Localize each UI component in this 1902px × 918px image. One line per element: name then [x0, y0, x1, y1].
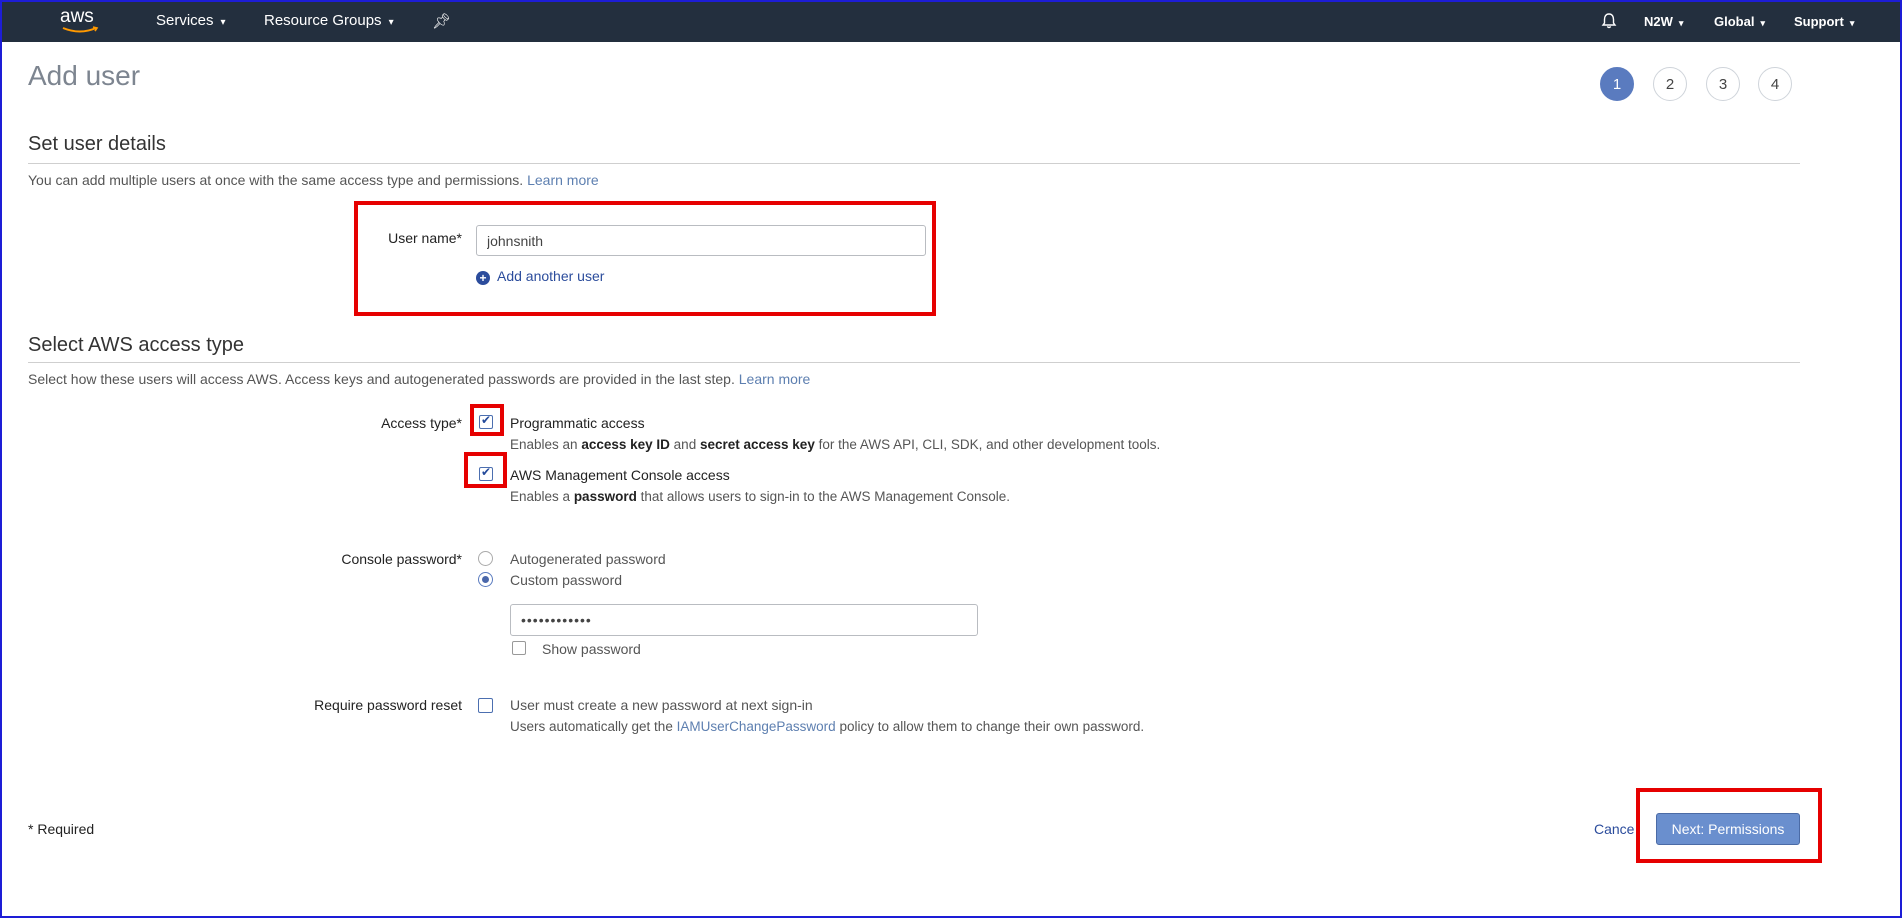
services-label: Services — [156, 12, 214, 29]
learn-more-link[interactable]: Learn more — [527, 172, 599, 188]
account-menu[interactable]: N2W ▾ — [1644, 14, 1683, 29]
resource-groups-menu[interactable]: Resource Groups ▾ — [264, 12, 394, 29]
programmatic-access-description: Enables an access key ID and secret acce… — [510, 437, 1160, 452]
support-label: Support — [1794, 14, 1844, 29]
programmatic-access-checkbox[interactable] — [479, 413, 493, 429]
user-name-label: User name* — [388, 230, 462, 246]
console-password-label: Console password* — [341, 551, 462, 567]
add-another-user-link[interactable]: + Add another user — [476, 268, 604, 285]
bell-icon[interactable] — [1600, 12, 1618, 35]
section-divider — [28, 163, 1800, 164]
console-access-title: AWS Management Console access — [510, 467, 730, 483]
chevron-down-icon: ▾ — [1849, 18, 1855, 28]
password-reset-note: Users automatically get the IAMUserChang… — [510, 719, 1144, 734]
desc-bold: access key ID — [581, 437, 670, 452]
chevron-down-icon: ▾ — [1678, 18, 1684, 28]
desc-bold: secret access key — [699, 437, 815, 452]
aws-smile-icon — [62, 26, 99, 33]
region-label: Global — [1714, 14, 1755, 29]
access-type-heading: Select AWS access type — [28, 334, 245, 356]
iam-user-change-password-link[interactable]: IAMUserChangePassword — [677, 719, 836, 734]
custom-password-label: Custom password — [510, 572, 623, 588]
desc-text: Enables an — [510, 437, 578, 452]
access-type-description: Select how these users will access AWS. … — [28, 371, 810, 387]
require-password-reset-checkbox[interactable] — [478, 698, 493, 713]
required-note: * Required — [28, 821, 95, 837]
autogenerated-password-radio[interactable] — [478, 551, 493, 566]
require-password-reset-text: User must create a new password at next … — [510, 697, 813, 713]
note-text: policy to allow them to change their own… — [839, 719, 1145, 734]
console-access-checkbox[interactable] — [479, 465, 493, 481]
step-4-indicator[interactable]: 4 — [1758, 67, 1792, 101]
set-user-details-description: You can add multiple users at once with … — [28, 172, 599, 188]
user-name-input[interactable] — [476, 225, 926, 256]
show-password-label: Show password — [542, 641, 641, 657]
account-label: N2W — [1644, 14, 1673, 29]
resource-groups-label: Resource Groups — [264, 12, 382, 29]
section-divider — [28, 362, 1800, 363]
chevron-down-icon: ▾ — [388, 17, 394, 28]
desc-text: that allows users to sign-in to the AWS … — [640, 489, 1011, 504]
note-text: Users automatically get the — [510, 719, 673, 734]
show-password-checkbox[interactable] — [512, 641, 526, 655]
autogenerated-password-label: Autogenerated password — [510, 551, 666, 567]
aws-logo[interactable]: aws — [60, 6, 104, 36]
screenshot-border — [0, 0, 1902, 918]
access-desc-text: Select how these users will access AWS. … — [28, 371, 735, 387]
cancel-link[interactable]: Cance — [1594, 821, 1634, 837]
custom-password-radio[interactable] — [478, 572, 493, 587]
add-another-user-label: Add another user — [497, 268, 605, 284]
pin-icon[interactable]: 📌︎ — [432, 12, 451, 30]
desc-bold: password — [573, 489, 637, 504]
desc-text: for the AWS API, CLI, SDK, and other dev… — [818, 437, 1161, 452]
details-desc-text: You can add multiple users at once with … — [28, 172, 524, 188]
step-1-indicator: 1 — [1600, 67, 1634, 101]
set-user-details-heading: Set user details — [28, 133, 166, 155]
desc-text: Enables a — [510, 489, 571, 504]
next-permissions-button[interactable]: Next: Permissions — [1656, 813, 1800, 845]
chevron-down-icon: ▾ — [1760, 18, 1765, 28]
step-2-indicator[interactable]: 2 — [1653, 67, 1687, 101]
learn-more-link[interactable]: Learn more — [739, 371, 811, 387]
support-menu[interactable]: Support ▾ — [1794, 14, 1854, 29]
services-menu[interactable]: Services ▾ — [156, 12, 226, 29]
page-title: Add user — [28, 60, 141, 91]
programmatic-access-title: Programmatic access — [510, 415, 645, 431]
access-type-label: Access type* — [381, 415, 462, 431]
top-navigation-bar: aws Services ▾ Resource Groups ▾ 📌︎ N2W ▾ G… — [2, 2, 1900, 42]
step-3-indicator[interactable]: 3 — [1706, 67, 1740, 101]
plus-circle-icon: + — [476, 271, 490, 285]
desc-text: and — [673, 437, 697, 452]
region-menu[interactable]: Global ▾ — [1714, 14, 1765, 29]
highlight-box-user-name — [354, 201, 936, 316]
aws-logo-text: aws — [60, 6, 94, 27]
require-password-reset-label: Require password reset — [314, 697, 462, 713]
custom-password-input[interactable] — [510, 604, 978, 636]
chevron-down-icon: ▾ — [220, 17, 226, 28]
console-access-description: Enables a password that allows users to … — [510, 489, 1010, 504]
